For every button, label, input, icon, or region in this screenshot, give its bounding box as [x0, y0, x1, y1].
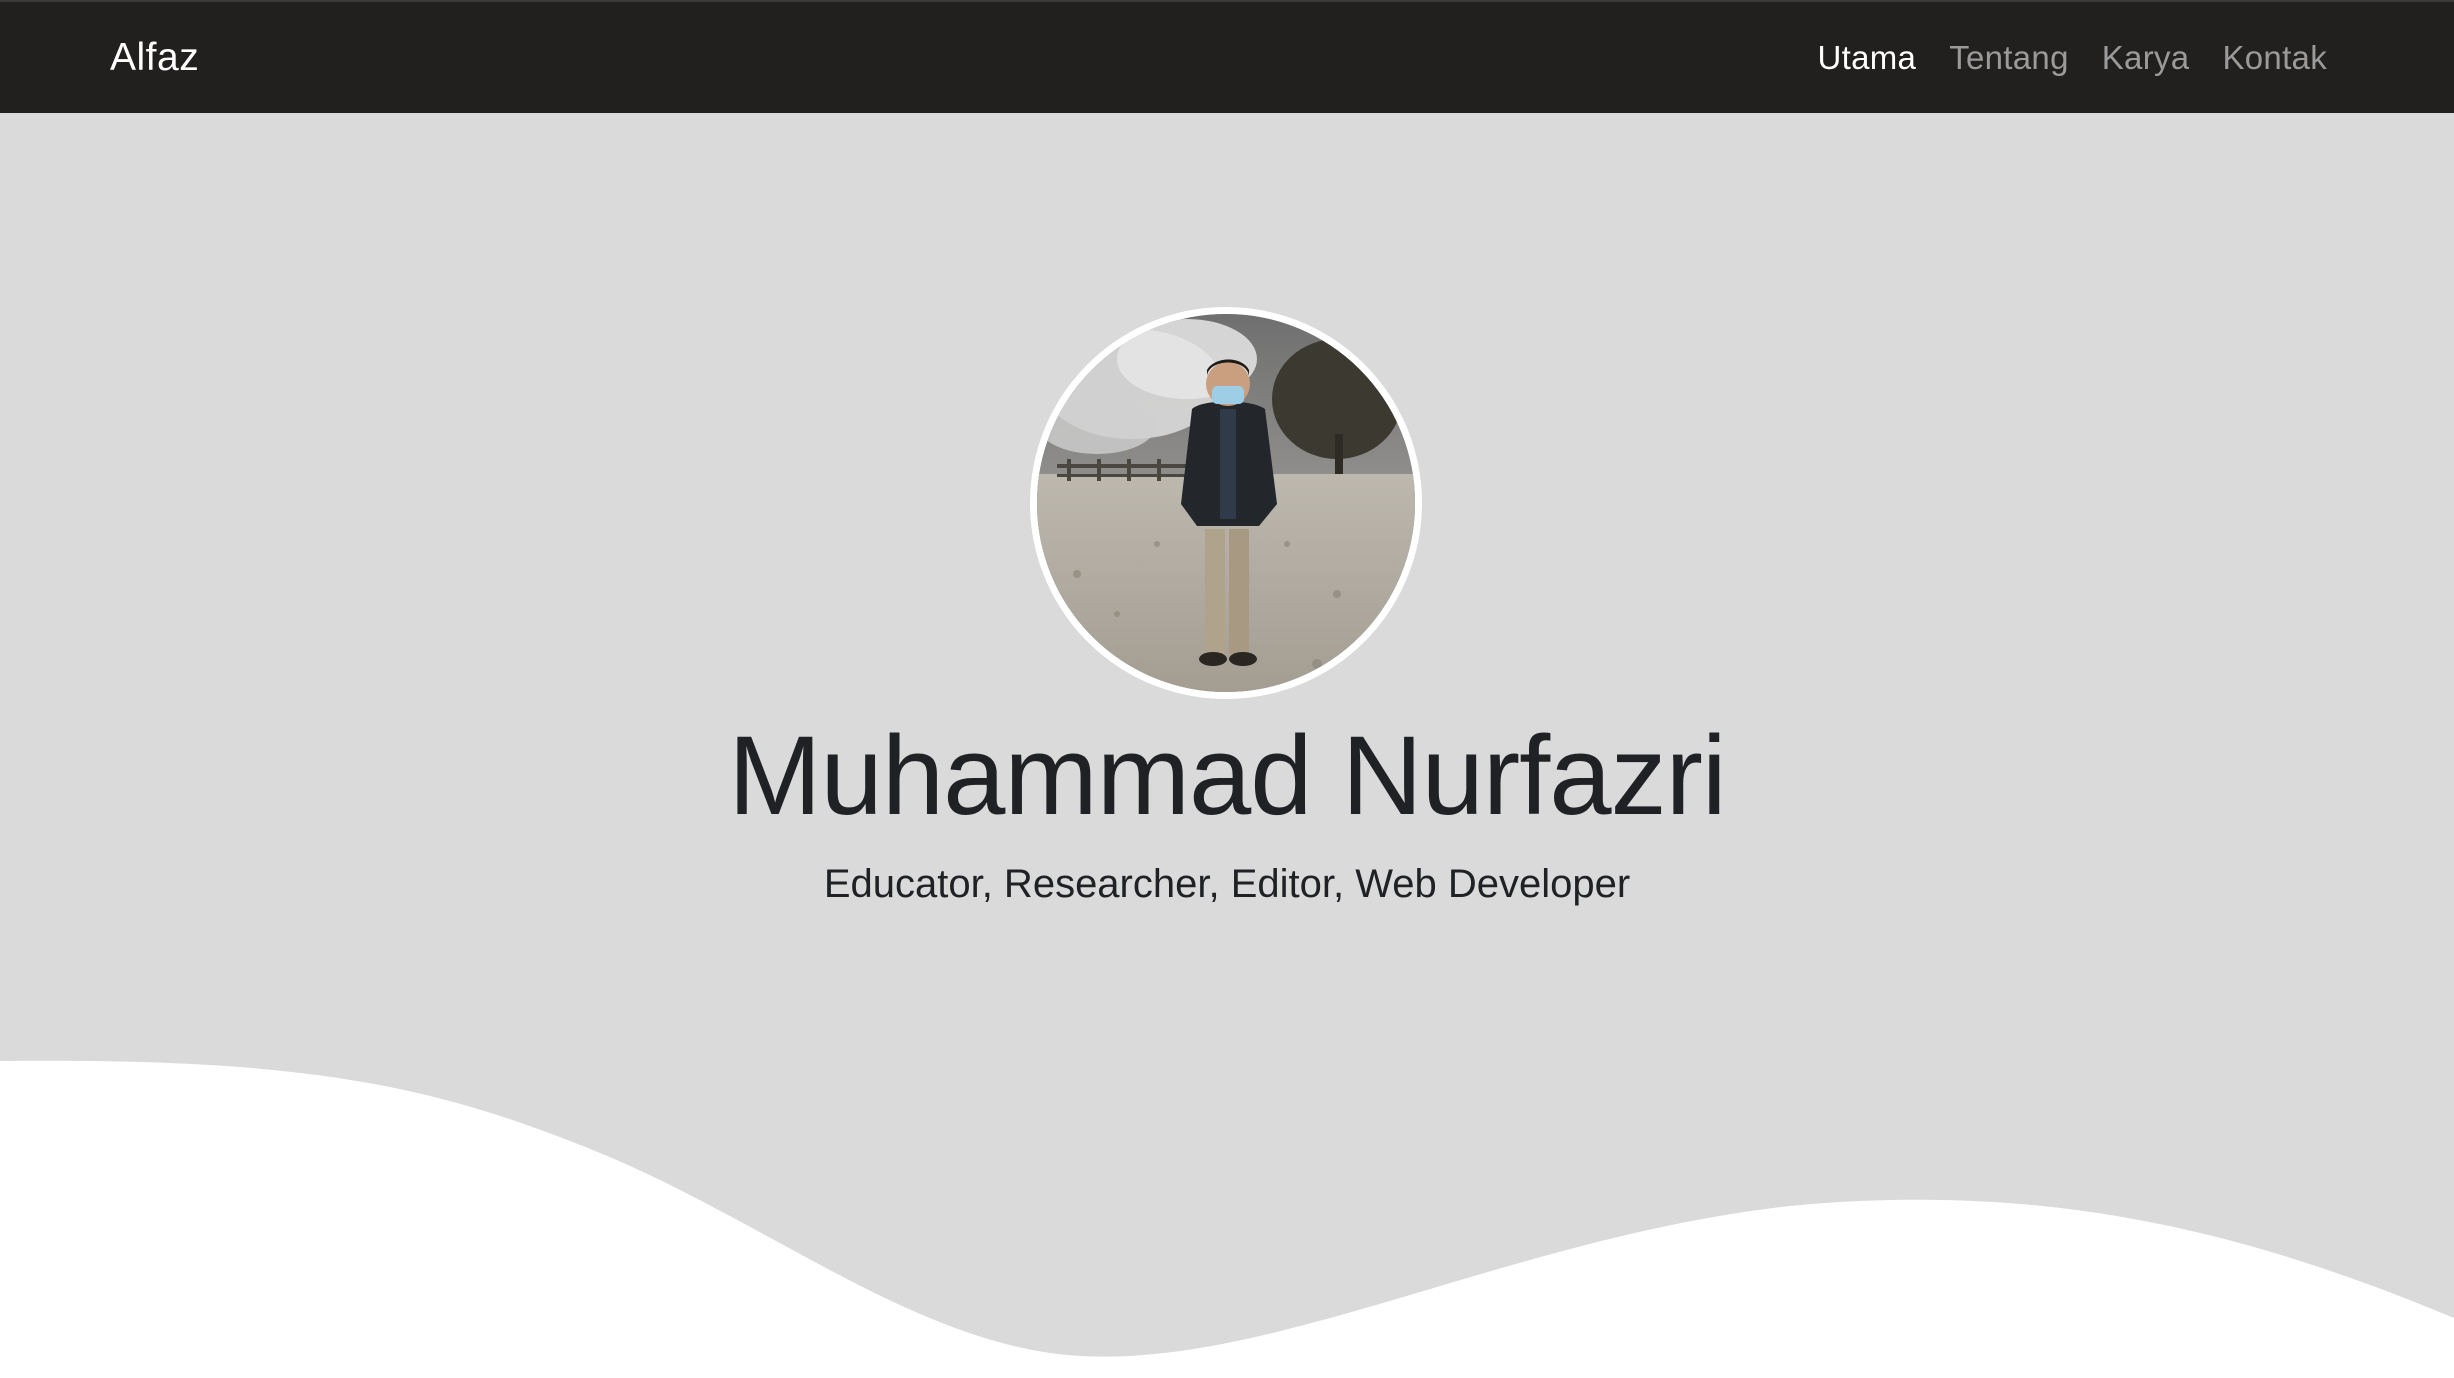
brand-logo[interactable]: Alfaz: [110, 36, 199, 80]
nav-links: Utama Tentang Karya Kontak: [1817, 36, 2327, 80]
profile-avatar: [1030, 307, 1422, 699]
nav-link-utama[interactable]: Utama: [1817, 36, 1916, 80]
hero-tagline: Educator, Researcher, Editor, Web Develo…: [823, 862, 1631, 906]
nav-link-tentang[interactable]: Tentang: [1949, 36, 2069, 80]
nav-link-kontak[interactable]: Kontak: [2222, 36, 2327, 80]
profile-photo-icon: [1037, 314, 1415, 692]
navbar: Alfaz Utama Tentang Karya Kontak: [0, 0, 2454, 113]
page: Alfaz Utama Tentang Karya Kontak Muhamma…: [0, 0, 2454, 1378]
nav-link-karya[interactable]: Karya: [2102, 36, 2190, 80]
hero-name: Muhammad Nurfazri: [728, 713, 1727, 838]
hero-section: Muhammad Nurfazri Educator, Researcher, …: [0, 113, 2454, 1378]
